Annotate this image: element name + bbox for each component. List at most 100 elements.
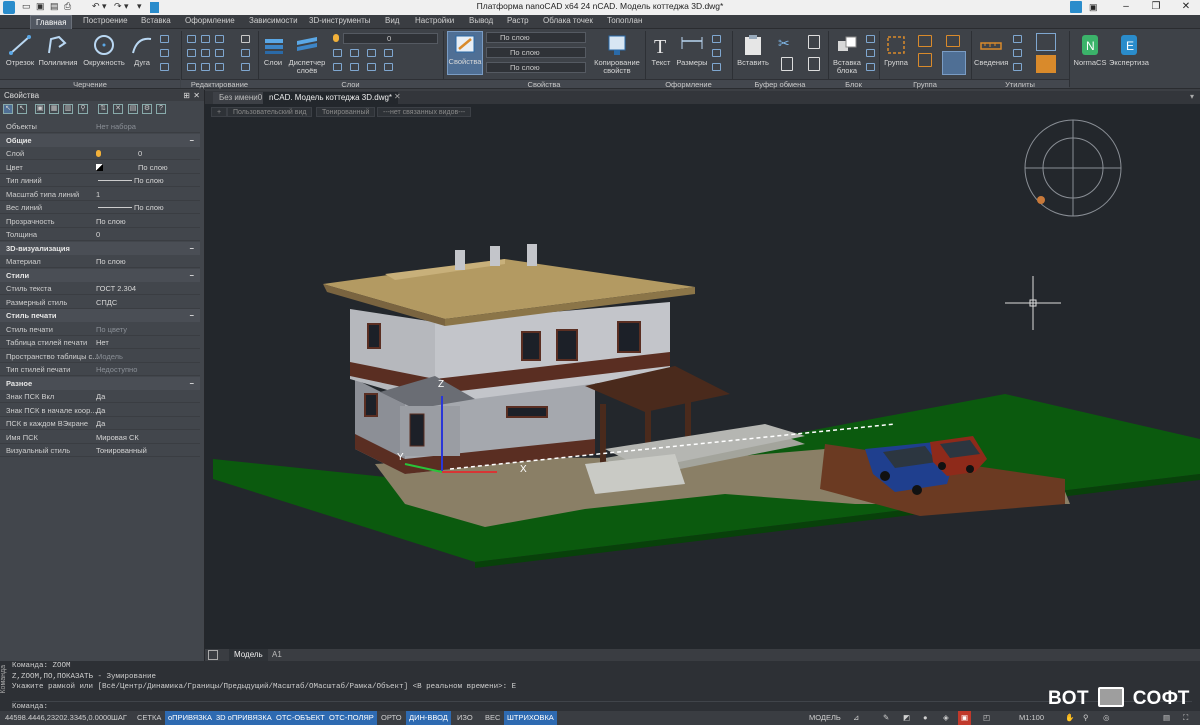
status-toggle[interactable]: СЕТКА — [134, 711, 164, 725]
copy-base-icon[interactable] — [808, 35, 820, 49]
erase-icon[interactable] — [241, 35, 250, 43]
collapse-icon[interactable]: − — [190, 269, 194, 282]
collapse-icon[interactable]: − — [190, 377, 194, 390]
cut-icon[interactable]: ✂ — [778, 35, 790, 52]
pan-icon[interactable]: ✋ — [1062, 711, 1077, 725]
mirror-icon[interactable] — [201, 49, 210, 57]
group-edit-icon[interactable] — [918, 53, 932, 67]
layer-walk-icon[interactable] — [384, 63, 393, 71]
clean-screen-icon[interactable]: ◰ — [980, 711, 993, 725]
offset-icon[interactable] — [241, 63, 250, 71]
info-button[interactable]: Сведения — [974, 33, 1008, 67]
panel-settings-icon[interactable]: ⚙ — [142, 104, 152, 114]
property-row[interactable]: Вес линий По слою — [0, 201, 200, 214]
menu-tab-5[interactable]: 3D-инструменты — [304, 16, 376, 25]
tab-close-icon[interactable]: ✕ — [394, 92, 401, 101]
property-section[interactable]: Общие − — [0, 133, 200, 147]
linetype-combo[interactable]: По слою — [486, 47, 586, 58]
menu-tab-10[interactable]: Облака точек — [538, 16, 598, 25]
orbit-icon[interactable]: ◎ — [1100, 711, 1113, 725]
copy-clip-icon[interactable] — [781, 57, 793, 71]
status-toggle[interactable]: ВЕС — [482, 711, 503, 725]
property-row[interactable]: Слой 0 — [0, 147, 200, 160]
property-row-objects[interactable]: Объекты Нет набора — [0, 120, 200, 133]
edit-block-icon[interactable] — [866, 49, 875, 57]
rectangle-icon[interactable] — [160, 35, 169, 43]
menu-tab-2[interactable]: Вставка — [136, 16, 176, 25]
scale-icon[interactable] — [201, 63, 210, 71]
paste-special-icon[interactable] — [808, 57, 820, 71]
property-row[interactable]: Толщина 0 — [0, 228, 200, 241]
property-section[interactable]: Стиль печати − — [0, 309, 200, 322]
document-tab-untitled[interactable]: Без имени0 — [213, 92, 269, 104]
property-row[interactable]: Знак ПСК в начале коор... Да — [0, 404, 200, 417]
dimensions-button[interactable]: Размеры — [676, 33, 708, 67]
panel-help-icon[interactable]: ? — [156, 104, 166, 114]
copy-properties-button[interactable]: Копирование свойств — [592, 33, 642, 75]
group-select-icon[interactable] — [946, 35, 960, 47]
line-button[interactable]: Отрезок — [4, 33, 36, 67]
menu-tab-7[interactable]: Настройки — [410, 16, 459, 25]
select-similar-icon[interactable] — [1013, 35, 1022, 43]
expertise-button[interactable]: E Экспертиза — [1108, 33, 1150, 67]
property-row[interactable]: Имя ПСК Мировая СК — [0, 431, 200, 444]
visual-icon[interactable]: ● — [920, 711, 931, 725]
status-toggle[interactable]: ШТРИХОВКА — [504, 711, 557, 725]
pin-icon[interactable]: ⊞ — [183, 90, 190, 101]
workspace-icon[interactable]: ▣ — [1089, 2, 1098, 13]
group-selection-toggle[interactable] — [942, 51, 966, 75]
text-button[interactable]: T Текст — [648, 33, 674, 67]
collapse-icon[interactable]: − — [190, 134, 194, 147]
deselect-icon[interactable]: ▥ — [63, 104, 73, 114]
filter-icon[interactable]: ⚲ — [78, 104, 88, 114]
stretch-icon[interactable] — [187, 63, 196, 71]
quick-filter-icon[interactable]: ▣ — [35, 104, 45, 114]
trim-icon[interactable] — [215, 35, 224, 43]
property-row[interactable]: ПСК в каждом ВЭкране Да — [0, 417, 200, 430]
property-row[interactable]: Тип стилей печати Недоступно — [0, 363, 200, 376]
status-toggle[interactable]: оПРИВЯЗКА — [165, 711, 216, 725]
annotation-visibility-icon[interactable]: ✎ — [880, 711, 892, 725]
property-row[interactable]: Цвет По слою — [0, 161, 200, 174]
annotation-scale-icon[interactable]: ◩ — [900, 711, 913, 725]
collapse-icon[interactable]: − — [190, 309, 194, 322]
layout-menu-icon[interactable] — [208, 650, 218, 660]
select-by-type-icon[interactable]: ✕ — [113, 104, 123, 114]
copy-icon[interactable] — [187, 49, 196, 57]
menu-tab-6[interactable]: Вид — [380, 16, 404, 25]
menu-tab-0[interactable]: Главная — [30, 15, 73, 29]
property-row[interactable]: Пространство таблицы с... Модель — [0, 350, 200, 363]
document-tab-cottage[interactable]: nCAD. Модель коттеджа 3D.dwg* — [263, 92, 399, 104]
layer-lock-icon[interactable] — [384, 49, 393, 57]
property-row[interactable]: Материал По слою — [0, 255, 200, 268]
menu-tab-8[interactable]: Вывод — [464, 16, 498, 25]
property-section[interactable]: Разное − — [0, 376, 200, 390]
polyline-button[interactable]: Полилиния — [38, 33, 78, 67]
drawing-viewport[interactable]: + Пользовательский вид Тонированный ---н… — [205, 104, 1200, 649]
palette-icon[interactable] — [1036, 55, 1056, 73]
arc-button[interactable]: Дуга — [128, 33, 156, 67]
property-section[interactable]: 3D-визуализация − — [0, 241, 200, 255]
property-row[interactable]: Стиль текста ГОСТ 2.304 — [0, 282, 200, 295]
insert-block-button[interactable]: Вставка блока — [831, 33, 863, 75]
layer-manager-button[interactable]: Диспетчер слоёв — [287, 33, 327, 75]
model-tab[interactable]: Модель — [229, 649, 268, 661]
sort-icon[interactable]: ⇅ — [98, 104, 108, 114]
tab-list-icon[interactable]: ▾ — [1190, 92, 1194, 101]
layout-tab-a1[interactable]: A1 — [267, 649, 287, 661]
layers-button[interactable]: Слои — [261, 33, 285, 67]
table-icon[interactable] — [712, 49, 721, 57]
layer-isolate-icon[interactable] — [350, 49, 359, 57]
status-toggle[interactable]: ОТС-ОБЪЕКТ — [273, 711, 328, 725]
zoom-icon[interactable]: ⚲ — [1080, 711, 1092, 725]
status-toggle[interactable]: 3D оПРИВЯЗКА — [213, 711, 275, 725]
property-row[interactable]: Тип линий По слою — [0, 174, 200, 187]
layer-state-icon[interactable] — [333, 49, 342, 57]
lineweight-combo[interactable]: По слою — [486, 62, 586, 73]
space-indicator[interactable]: МОДЕЛЬ — [806, 711, 844, 725]
close-button[interactable]: ✕ — [1172, 0, 1200, 15]
calculator-icon[interactable] — [1013, 63, 1022, 71]
group-button[interactable]: Группа — [882, 33, 910, 67]
layer-freeze-icon[interactable] — [367, 49, 376, 57]
property-row[interactable]: Масштаб типа линий 1 — [0, 188, 200, 201]
